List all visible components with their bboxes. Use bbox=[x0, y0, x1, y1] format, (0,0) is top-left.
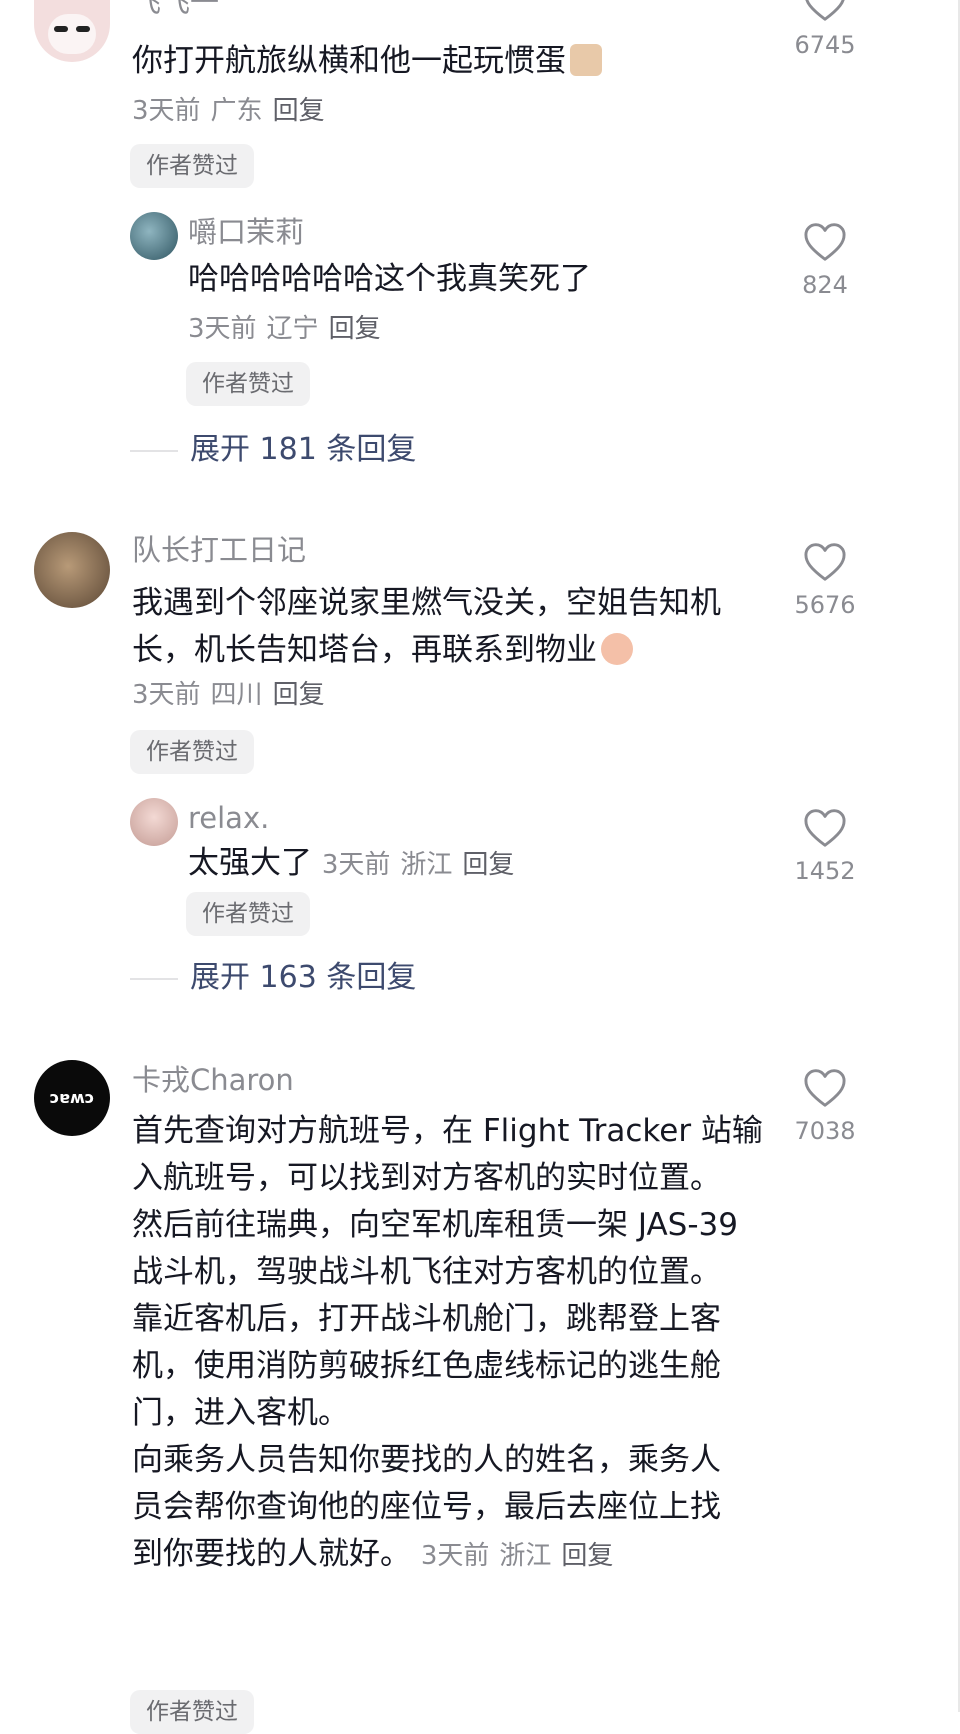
avatar-logo: ɔɐʍɔ bbox=[49, 1088, 95, 1107]
comment-time: 3天前 bbox=[132, 680, 201, 710]
like-button[interactable]: 1452 bbox=[770, 808, 880, 886]
author-liked-badge: 作者赞过 bbox=[186, 892, 310, 936]
expand-replies-label: 展开 181 条回复 bbox=[190, 432, 417, 467]
comment-meta: 3天前 四川 回复 bbox=[132, 678, 335, 712]
comment-line: 门，进入客机。 bbox=[132, 1395, 349, 1431]
like-count: 1452 bbox=[794, 857, 856, 885]
avatar[interactable] bbox=[130, 212, 178, 260]
heart-outline-icon bbox=[804, 1069, 846, 1107]
reply-meta: 3天前 浙江 回复 bbox=[322, 850, 525, 880]
reply-author[interactable]: relax. bbox=[188, 800, 269, 836]
expand-divider bbox=[130, 978, 178, 980]
comment-time: 3天前 bbox=[132, 96, 201, 126]
comment-line: 入航班号，可以找到对方客机的实时位置。 bbox=[132, 1160, 721, 1196]
comment-meta: 3天前 浙江 回复 bbox=[421, 1541, 624, 1571]
like-button[interactable]: 824 bbox=[770, 222, 880, 300]
reply-author[interactable]: 嚼口茉莉 bbox=[188, 214, 304, 250]
comment-line: 靠近客机后，打开战斗机舱门，跳帮登上客 bbox=[132, 1301, 721, 1337]
avatar[interactable]: ɔɐʍɔ bbox=[34, 1060, 110, 1136]
comment-text: 我遇到个邻座说家里燃气没关，空姐告知机长，机长告知塔台，再联系到物业 bbox=[132, 580, 762, 674]
comment-author[interactable]: 队长打工日记 bbox=[132, 532, 306, 568]
avatar[interactable] bbox=[130, 798, 178, 846]
comment-text-body: 我遇到个邻座说家里燃气没关，空姐告知机长，机长告知塔台，再联系到物业 bbox=[132, 585, 721, 668]
author-liked-badge: 作者赞过 bbox=[130, 144, 254, 188]
reply-button[interactable]: 回复 bbox=[462, 850, 514, 880]
comment-line: 机，使用消防剪破拆红色虚线标记的逃生舱 bbox=[132, 1348, 721, 1384]
like-count: 7038 bbox=[794, 1117, 856, 1145]
avatar[interactable] bbox=[34, 0, 110, 62]
like-count: 6745 bbox=[794, 31, 856, 59]
heart-outline-icon bbox=[805, 0, 845, 21]
avatar[interactable] bbox=[34, 532, 110, 608]
reply-button[interactable]: 回复 bbox=[561, 1541, 613, 1571]
comment-line: 到你要找的人就好。 bbox=[132, 1536, 411, 1572]
emoji-icon bbox=[601, 633, 633, 665]
reply-time: 3天前 bbox=[188, 314, 257, 344]
comment-line: 员会帮你查询他的座位号，最后去座位上找 bbox=[132, 1489, 721, 1525]
reply-time: 3天前 bbox=[321, 850, 391, 880]
like-button[interactable]: 7038 bbox=[770, 1068, 880, 1146]
comment-author[interactable]: 卡戎Charon bbox=[132, 1062, 294, 1098]
reply-button[interactable]: 回复 bbox=[329, 314, 381, 344]
reply-button[interactable]: 回复 bbox=[273, 96, 325, 126]
reply-button[interactable]: 回复 bbox=[273, 680, 325, 710]
emoji-icon bbox=[570, 44, 602, 76]
comment-text: 首先查询对方航班号，在 Flight Tracker 站输 入航班号，可以找到对… bbox=[132, 1108, 772, 1578]
comment-meta: 3天前 广东 回复 bbox=[132, 94, 335, 128]
reply-text-body: 太强大了 bbox=[188, 845, 312, 881]
reply-location: 辽宁 bbox=[266, 314, 319, 344]
comment-location: 浙江 bbox=[499, 1541, 552, 1571]
expand-replies-label: 展开 163 条回复 bbox=[190, 960, 417, 995]
comment-location: 四川 bbox=[210, 680, 263, 710]
comment-line: 然后前往瑞典，向空军机库租赁一架 JAS-39 bbox=[132, 1207, 738, 1243]
like-button[interactable]: 5676 bbox=[770, 542, 880, 620]
comment-last-line: 到你要找的人就好。 3天前 浙江 回复 bbox=[132, 1531, 772, 1578]
comment-time: 3天前 bbox=[420, 1541, 490, 1571]
like-count: 5676 bbox=[794, 591, 856, 619]
like-button[interactable]: 6745 bbox=[770, 0, 880, 60]
comment-line: 首先查询对方航班号，在 Flight Tracker 站输 bbox=[132, 1113, 763, 1149]
reply-meta: 3天前 辽宁 回复 bbox=[188, 312, 391, 346]
author-liked-badge: 作者赞过 bbox=[130, 730, 254, 774]
heart-outline-icon bbox=[804, 543, 846, 581]
comment-text-body: 你打开航旅纵横和他一起玩惯蛋 bbox=[132, 43, 566, 79]
like-count: 824 bbox=[802, 271, 848, 299]
heart-outline-icon bbox=[804, 809, 846, 847]
reply-text: 太强大了 3天前 浙江 回复 bbox=[188, 840, 524, 887]
comment-author[interactable]: 飞飞一 bbox=[132, 0, 219, 20]
comment-line: 战斗机，驾驶战斗机飞往对方客机的位置。 bbox=[132, 1254, 721, 1290]
comment-line: 向乘务人员告知你要找的人的姓名，乘务人 bbox=[132, 1442, 721, 1478]
reply-location: 浙江 bbox=[400, 850, 453, 880]
expand-divider bbox=[130, 450, 178, 452]
comment-location: 广东 bbox=[210, 96, 263, 126]
author-liked-badge: 作者赞过 bbox=[130, 1690, 254, 1734]
heart-outline-icon bbox=[804, 223, 846, 261]
author-liked-badge: 作者赞过 bbox=[186, 362, 310, 406]
comment-text: 你打开航旅纵横和他一起玩惯蛋 bbox=[132, 38, 602, 85]
reply-text: 哈哈哈哈哈哈这个我真笑死了 bbox=[188, 261, 591, 297]
